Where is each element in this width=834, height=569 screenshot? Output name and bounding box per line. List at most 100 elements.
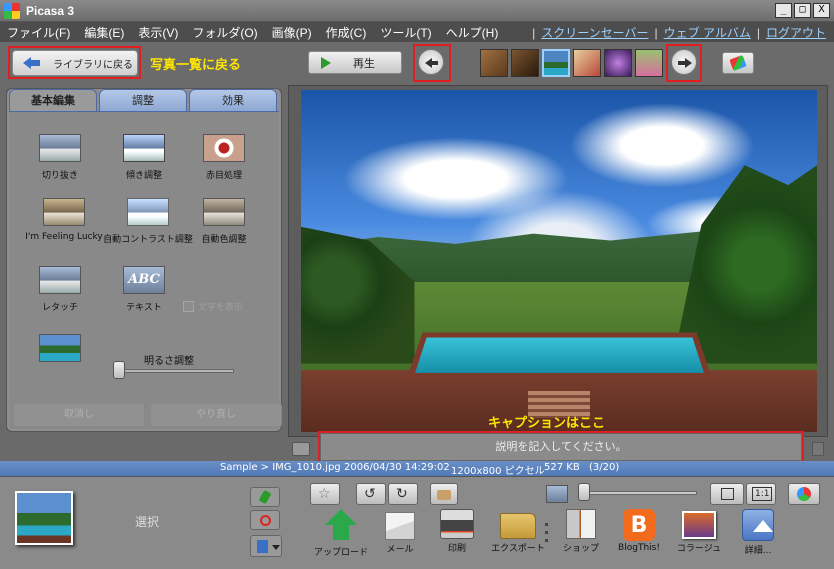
tray-selection-label: 選択 — [135, 515, 160, 529]
one-to-one-icon: 1:1 — [752, 487, 773, 501]
fill-light-thumb — [15, 334, 105, 362]
menu-create[interactable]: 作成(C) — [319, 24, 374, 41]
minimize-button[interactable]: _ — [775, 3, 792, 18]
menu-help[interactable]: ヘルプ(H) — [439, 24, 506, 41]
menu-edit[interactable]: 編集(E) — [77, 24, 131, 41]
fit-icon — [721, 488, 734, 500]
rotate-right-button[interactable]: ↻ — [388, 483, 418, 505]
highlight-previous — [413, 44, 451, 82]
menu-picture[interactable]: 画像(P) — [265, 24, 319, 41]
export-action[interactable]: エクスポート — [487, 509, 549, 554]
redeye-tool[interactable]: 赤目処理 — [179, 134, 269, 181]
print-action[interactable]: 印刷 — [426, 509, 488, 554]
feeling-lucky-tool[interactable]: I'm Feeling Lucky — [19, 198, 109, 242]
rotate-left-button[interactable]: ↺ — [356, 483, 386, 505]
filmstrip-thumb-selected[interactable] — [542, 49, 570, 77]
menu-file[interactable]: ファイル(F) — [0, 24, 77, 41]
logout-link[interactable]: ログアウト — [766, 24, 826, 41]
hold-button[interactable] — [250, 487, 280, 507]
web-album-link[interactable]: ウェブ アルバム — [664, 24, 751, 41]
close-button[interactable]: X — [813, 3, 830, 18]
tab-tuning[interactable]: 調整 — [99, 89, 187, 111]
actual-size-button[interactable]: 1:1 — [746, 483, 776, 505]
redo-button[interactable]: やり直し — [150, 403, 282, 427]
add-to-album-button[interactable] — [250, 535, 282, 557]
status-dimensions: 1200x800 ピクセル — [451, 466, 545, 477]
retouch-label: レタッチ — [41, 303, 78, 313]
window-title: Picasa 3 — [26, 3, 75, 18]
show-text-checkbox[interactable]: 文字を表示 — [183, 300, 243, 313]
straighten-tool[interactable]: 傾き調整 — [99, 134, 189, 181]
caption-toggle-icon[interactable] — [292, 442, 310, 456]
trash-icon[interactable] — [812, 442, 824, 456]
menu-folder[interactable]: フォルダ(O) — [185, 24, 264, 41]
play-slideshow-button[interactable]: 再生 — [308, 51, 402, 74]
highlight-back-to-library — [8, 46, 141, 79]
folder-icon — [500, 513, 536, 539]
zoom-slider-handle[interactable] — [578, 483, 590, 501]
filmstrip-thumb[interactable] — [511, 49, 539, 77]
blogthis-action[interactable]: B BlogThis! — [608, 509, 670, 553]
window-controls: _ □ X — [775, 3, 830, 18]
tab-basic-fixes[interactable]: 基本編集 — [9, 89, 97, 111]
mail-icon — [385, 512, 415, 540]
view-toolbar: ライブラリに戻る 写真一覧に戻る 再生 — [0, 42, 834, 84]
auto-color-label: 自動色調整 — [201, 235, 247, 245]
album-icon — [257, 540, 268, 553]
pin-icon — [258, 489, 272, 505]
retouch-tool[interactable]: レタッチ — [15, 266, 105, 313]
color-button[interactable] — [788, 483, 820, 505]
fit-to-window-button[interactable] — [710, 483, 744, 505]
feeling-lucky-icon — [43, 198, 85, 226]
menu-view[interactable]: 表示(V) — [131, 24, 185, 41]
status-datetime: 2006/04/30 14:29:02 — [344, 462, 450, 473]
clear-tray-button[interactable] — [250, 510, 280, 530]
photo-tray: 選択 ☆ ↺ ↻ 1:1 アップロード メール 印刷 エクスポート ショップ B… — [0, 476, 834, 569]
feeling-lucky-label: I'm Feeling Lucky — [25, 232, 103, 242]
photo-preview-icon — [39, 334, 81, 362]
tab-effects[interactable]: 効果 — [189, 89, 277, 111]
main-photo[interactable] — [301, 90, 817, 432]
brightness-slider[interactable] — [119, 369, 234, 373]
crop-tool[interactable]: 切り抜き — [15, 134, 105, 181]
share-button[interactable] — [722, 52, 754, 74]
maximize-button[interactable]: □ — [794, 3, 811, 18]
edit-panel: 基本編集 調整 効果 切り抜き 傾き調整 赤目処理 I'm Feeling Lu… — [6, 88, 282, 432]
star-button[interactable]: ☆ — [310, 483, 340, 505]
collage-action[interactable]: コラージュ — [668, 509, 730, 554]
picasa-gem-icon — [729, 54, 747, 72]
tray-selected-thumbnail[interactable] — [15, 491, 73, 545]
filmstrip-thumb[interactable] — [604, 49, 632, 77]
retouch-icon — [39, 266, 81, 294]
tray-separator — [545, 523, 548, 545]
text-label: テキスト — [126, 303, 162, 313]
email-label: メール — [386, 545, 414, 555]
menu-tools[interactable]: ツール(T) — [373, 24, 438, 41]
crop-icon — [39, 134, 81, 162]
menu-separator: | — [756, 25, 760, 40]
email-action[interactable]: メール — [369, 509, 431, 555]
rotate-left-icon: ↺ — [364, 486, 376, 502]
straighten-icon — [123, 134, 165, 162]
more-action[interactable]: 詳細... — [727, 509, 789, 556]
filmstrip-thumb[interactable] — [480, 49, 508, 77]
print-label: 印刷 — [447, 544, 466, 554]
highlight-next — [666, 44, 702, 82]
auto-color-tool[interactable]: 自動色調整 — [179, 198, 269, 245]
edit-tabs: 基本編集 調整 効果 — [9, 89, 277, 111]
shop-action[interactable]: ショップ — [550, 509, 612, 554]
brightness-slider-handle[interactable] — [113, 361, 125, 379]
annotation-back-to-list: 写真一覧に戻る — [150, 58, 242, 73]
undo-button[interactable]: 取消し — [13, 403, 145, 427]
screensaver-link[interactable]: スクリーンセーバー — [541, 24, 648, 41]
collage-label: コラージュ — [676, 544, 722, 554]
upload-action[interactable]: アップロード — [310, 509, 372, 558]
text-icon: ABC — [123, 266, 165, 294]
tag-button[interactable] — [430, 483, 458, 505]
shop-label: ショップ — [562, 544, 599, 554]
zoom-slider[interactable] — [585, 491, 697, 495]
filmstrip-thumb[interactable] — [635, 49, 663, 77]
text-tool[interactable]: ABC テキスト — [99, 266, 189, 313]
filmstrip-thumb[interactable] — [573, 49, 601, 77]
redeye-label: 赤目処理 — [205, 171, 242, 181]
